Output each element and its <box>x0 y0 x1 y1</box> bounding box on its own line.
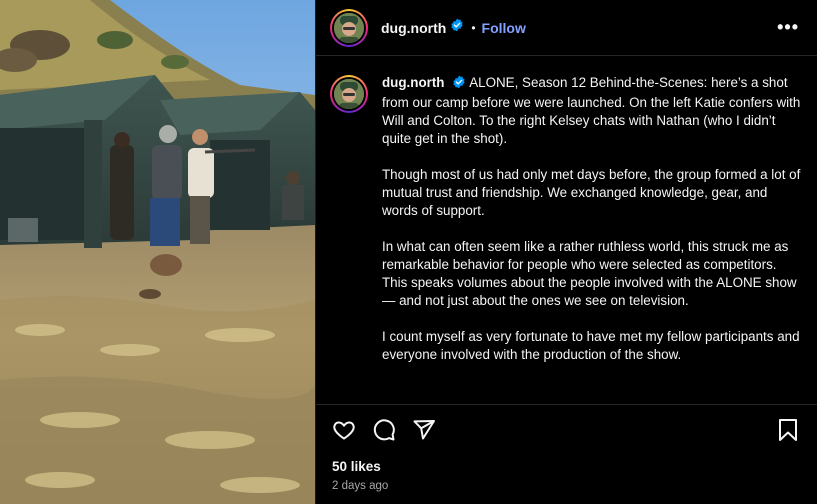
header-username[interactable]: dug.north <box>381 20 446 36</box>
heart-icon[interactable] <box>332 418 356 442</box>
caption-avatar[interactable] <box>330 75 368 113</box>
bookmark-icon[interactable] <box>777 418 799 442</box>
caption-paragraph-text: ALONE, Season 12 Behind-the-Scenes: here… <box>382 75 801 146</box>
action-bar <box>332 412 801 448</box>
verified-badge-icon <box>452 75 466 94</box>
caption-text: dug.north ALONE, Season 12 Behind-the-Sc… <box>382 74 802 404</box>
caption-paragraph: In what can often seem like a rather rut… <box>382 239 797 308</box>
caption-paragraph: Though most of us had only met days befo… <box>382 167 801 218</box>
more-options-icon[interactable]: ••• <box>773 17 803 38</box>
profile-picture <box>334 79 364 109</box>
comment-icon[interactable] <box>372 418 396 442</box>
post-photo[interactable] <box>0 0 315 504</box>
avatar[interactable] <box>330 8 368 47</box>
likes-count[interactable]: 50 likes <box>332 459 381 474</box>
profile-picture <box>334 12 364 43</box>
caption-username[interactable]: dug.north <box>382 75 444 90</box>
post-panel: dug.north • Follow ••• dug.north ALONE, … <box>315 0 817 504</box>
caption-paragraph: I count myself as very fortunate to have… <box>382 329 800 362</box>
share-icon[interactable] <box>412 418 436 442</box>
follow-button[interactable]: Follow <box>482 20 526 36</box>
caption-area: dug.north ALONE, Season 12 Behind-the-Sc… <box>316 56 817 404</box>
post-header: dug.north • Follow ••• <box>316 0 817 56</box>
caption-paragraph: dug.north ALONE, Season 12 Behind-the-Sc… <box>382 74 802 148</box>
verified-badge-icon <box>450 18 464 37</box>
post-viewer: dug.north • Follow ••• dug.north ALONE, … <box>0 0 817 504</box>
separator-dot: • <box>471 20 476 35</box>
post-timestamp[interactable]: 2 days ago <box>332 480 388 492</box>
camp-photo-image <box>0 0 315 504</box>
divider <box>316 404 817 405</box>
